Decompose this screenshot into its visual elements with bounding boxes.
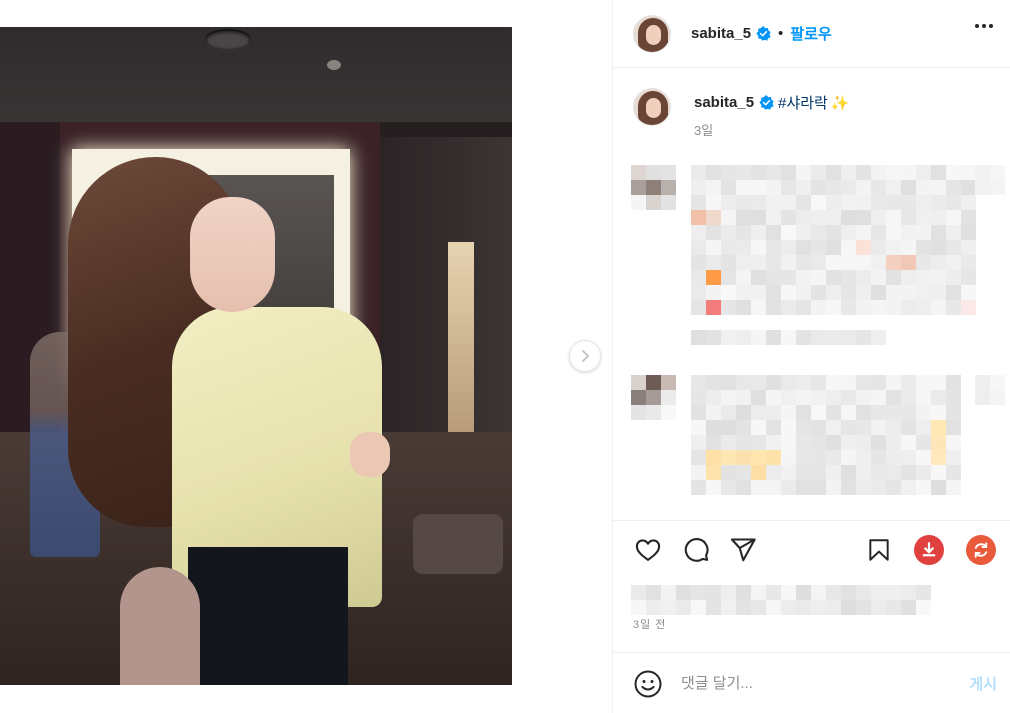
download-extension-button[interactable]	[914, 535, 944, 565]
photo-chair	[120, 567, 200, 685]
caption-username[interactable]: sabita_5	[694, 94, 754, 111]
comment-1-meta-blurred	[691, 330, 886, 345]
comment-1-like-blurred	[975, 165, 1005, 195]
sparkle-emoji: ✨	[830, 94, 850, 112]
post-photo[interactable]	[0, 27, 512, 685]
follow-button[interactable]: 팔로우	[790, 23, 831, 44]
post-comment-button[interactable]: 게시	[969, 673, 997, 694]
photo-ceiling	[0, 27, 512, 122]
comment-2-like-blurred	[975, 375, 1005, 405]
comment-button[interactable]	[681, 535, 711, 565]
photo-ceiling-sensor	[327, 60, 341, 70]
refresh-extension-button[interactable]	[966, 535, 996, 565]
photo-ceiling-light	[205, 29, 251, 49]
emoji-button[interactable]	[633, 669, 663, 699]
next-photo-button[interactable]	[569, 340, 601, 372]
like-button[interactable]	[633, 535, 663, 565]
chevron-right-icon	[582, 350, 589, 362]
photo-door	[448, 242, 474, 437]
author-avatar[interactable]	[633, 14, 671, 53]
caption-line: sabita_5 #샤라락 ✨	[694, 92, 849, 113]
more-options-icon[interactable]	[975, 24, 993, 28]
smiley-icon	[634, 670, 662, 698]
comment-input[interactable]	[681, 671, 941, 695]
author-username[interactable]: sabita_5	[691, 25, 751, 42]
heart-icon	[635, 539, 661, 561]
bookmark-icon	[869, 539, 889, 561]
comment-1-text-blurred	[691, 165, 976, 315]
caption-hashtag[interactable]: #샤라락	[778, 92, 828, 113]
caption-avatar[interactable]	[633, 88, 671, 126]
post-side-panel: sabita_5 • 팔로우 sabita_5 #샤라락 ✨ 3일 3일 전 댓…	[612, 0, 1010, 713]
comment-bar: 게시	[613, 652, 1010, 713]
comment-2-avatar-blurred	[631, 375, 676, 420]
post-media-pane	[0, 0, 612, 713]
comment-2-text-blurred	[691, 375, 961, 495]
share-button[interactable]	[728, 535, 758, 565]
verified-badge-icon	[756, 26, 771, 41]
photo-woman-skirt	[188, 547, 348, 685]
photo-ottoman	[413, 514, 503, 574]
action-bar	[613, 520, 1010, 580]
likes-count-blurred	[631, 585, 931, 615]
photo-right-panel	[380, 137, 512, 457]
caption-verified-badge-icon	[759, 95, 774, 110]
header-separator: •	[778, 25, 784, 42]
save-button[interactable]	[864, 535, 894, 565]
photo-woman-hand	[350, 432, 390, 477]
post-timestamp: 3일 전	[633, 619, 667, 631]
caption-time: 3일	[694, 123, 714, 138]
comment-1-avatar-blurred	[631, 165, 676, 210]
send-icon	[730, 538, 756, 562]
comment-icon	[684, 538, 709, 562]
download-icon	[922, 542, 936, 557]
post-header: sabita_5 • 팔로우	[613, 0, 1010, 68]
photo-woman-face	[190, 197, 275, 312]
refresh-icon	[974, 542, 988, 558]
